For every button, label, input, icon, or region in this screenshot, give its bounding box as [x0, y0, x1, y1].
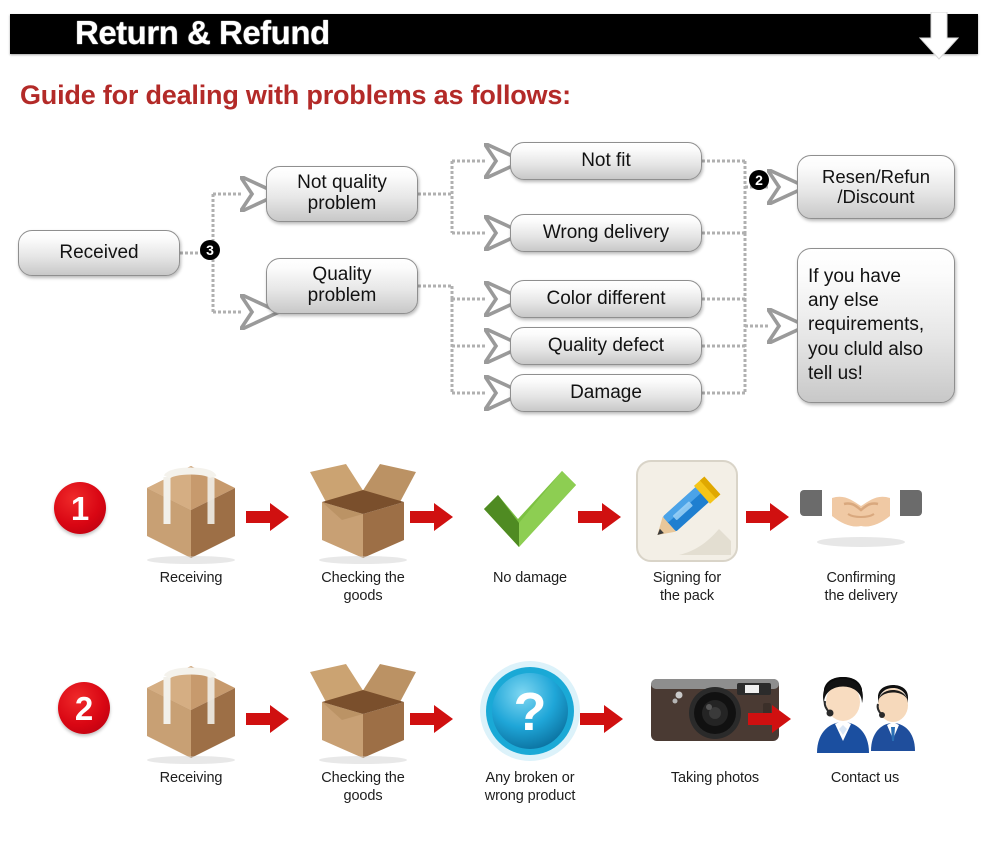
process-row-1-number: 1 — [54, 482, 106, 534]
flow-box-label: Quality problem — [308, 265, 377, 306]
flow-box-label-line3: requirements, — [808, 314, 925, 336]
label-line1: Receiving — [159, 770, 223, 786]
flow-box-color-different[interactable]: Color different — [510, 280, 702, 318]
flow-box-label: Quality defect — [547, 334, 665, 356]
process-arrow-icon — [410, 702, 454, 736]
step-marker-2: 2 — [749, 170, 769, 190]
process-arrow-icon — [746, 500, 790, 534]
sealed-box-icon — [116, 656, 266, 766]
flow-box-label-line2: problem — [307, 193, 377, 214]
label-line1: Taking photos — [670, 770, 760, 786]
process-step-label: Confirming the delivery — [786, 570, 936, 605]
process-step-label: Signing for the pack — [612, 570, 762, 605]
process-step-receiving: Receiving — [116, 456, 266, 588]
flow-box-not-quality-problem[interactable]: Not quality problem — [266, 166, 418, 222]
arrow-down-icon — [916, 11, 962, 60]
process-row-2: 2 Receiving Checking the goods ? Any bro… — [0, 640, 1000, 830]
process-step-label: Taking photos — [640, 770, 790, 788]
sealed-box-icon — [116, 456, 266, 566]
process-arrow-icon — [410, 500, 454, 534]
flow-box-damage[interactable]: Damage — [510, 374, 702, 412]
flow-box-label-line2: problem — [307, 285, 377, 306]
flow-box-label-line1: Not quality — [297, 172, 387, 194]
flow-box-not-fit[interactable]: Not fit — [510, 142, 702, 180]
guide-heading: Guide for dealing with problems as follo… — [20, 80, 571, 110]
process-row-2-number: 2 — [58, 682, 110, 734]
flow-box-label-line2: any else — [808, 290, 879, 312]
process-step-confirming-delivery: Confirming the delivery — [786, 456, 936, 605]
process-step-receiving: Receiving — [116, 656, 266, 788]
process-arrow-icon — [246, 500, 290, 534]
flow-box-label: Received — [59, 241, 139, 263]
support-agents-icon — [790, 656, 940, 766]
step-marker-label: 2 — [755, 172, 763, 188]
process-arrow-icon — [748, 702, 792, 736]
process-step-label: No damage — [455, 570, 605, 588]
label-line1: Checking the — [321, 770, 405, 786]
label-line1: No damage — [492, 570, 568, 586]
step-marker-3: 3 — [200, 240, 220, 260]
page-title: Return & Refund — [75, 14, 330, 51]
process-row-number-label: 1 — [70, 489, 90, 527]
label-line2: wrong product — [484, 787, 576, 804]
flow-box-wrong-delivery[interactable]: Wrong delivery — [510, 214, 702, 252]
flow-box-quality-defect[interactable]: Quality defect — [510, 327, 702, 365]
process-row-1: 1 Receiving Checking the goods No damage… — [0, 450, 1000, 640]
label-line1: Checking the — [321, 570, 405, 586]
flow-box-label: If you have any else requirements, you c… — [808, 265, 924, 387]
label-line1: Any broken or — [485, 770, 575, 786]
label-line1: Signing for — [652, 570, 722, 586]
label-line2: goods — [343, 787, 383, 804]
svg-text:?: ? — [514, 682, 547, 742]
flow-box-label: Color different — [546, 287, 666, 309]
process-step-label: Any broken or wrong product — [455, 770, 605, 805]
process-arrow-icon — [580, 702, 624, 736]
process-step-label: Contact us — [790, 770, 940, 788]
flow-box-label: Not quality problem — [297, 173, 387, 214]
process-step-contact-us: Contact us — [790, 656, 940, 788]
process-arrow-icon — [246, 702, 290, 736]
flow-box-label-line1: Quality — [312, 264, 372, 286]
label-line1: Confirming — [826, 570, 896, 586]
step-marker-label: 3 — [206, 242, 214, 258]
flow-box-label-line2: /Discount — [837, 186, 915, 207]
flow-box-quality-problem[interactable]: Quality problem — [266, 258, 418, 314]
flow-box-label: Resen/Refun /Discount — [822, 167, 930, 207]
flow-box-other-requirements[interactable]: If you have any else requirements, you c… — [797, 248, 955, 403]
flow-box-label: Wrong delivery — [542, 221, 670, 243]
handshake-icon — [786, 456, 936, 566]
flow-box-label: Not fit — [581, 149, 631, 171]
label-line1: Contact us — [830, 770, 900, 786]
label-line2: goods — [343, 587, 383, 604]
flow-box-label-line4: you cluld also — [808, 338, 924, 360]
process-step-label: Checking the goods — [288, 570, 438, 605]
label-line2: the pack — [659, 587, 714, 604]
flow-box-label-line1: If you have — [808, 265, 901, 287]
label-line2: the delivery — [824, 587, 898, 604]
flow-box-label-line1: Resen/Refun — [822, 166, 930, 188]
flow-box-resend-refund-discount[interactable]: Resen/Refun /Discount — [797, 155, 955, 219]
flow-box-label: Damage — [570, 381, 642, 403]
process-step-signing: Signing for the pack — [612, 456, 762, 605]
label-line1: Receiving — [159, 570, 223, 586]
flow-box-label-line5: tell us! — [808, 362, 863, 384]
flow-box-received[interactable]: Received — [18, 230, 180, 276]
process-step-label: Checking the goods — [288, 770, 438, 805]
process-row-number-label: 2 — [74, 689, 94, 727]
process-step-label: Receiving — [116, 770, 266, 788]
process-step-label: Receiving — [116, 570, 266, 588]
pencil-sign-icon — [612, 456, 762, 566]
returns-flowchart: Received Not quality problem Quality pro… — [0, 130, 1000, 430]
